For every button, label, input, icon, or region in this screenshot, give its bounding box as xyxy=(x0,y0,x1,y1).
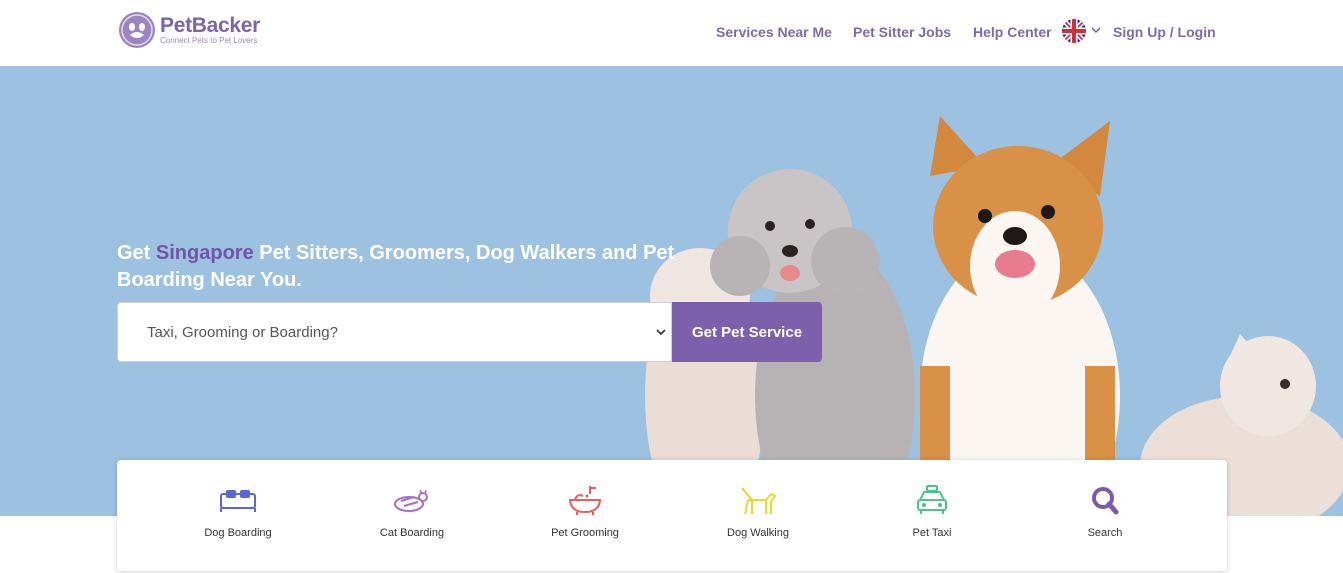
language-selector[interactable] xyxy=(1062,19,1104,43)
hero-headline: Get Singapore Pet Sitters, Groomers, Dog… xyxy=(117,242,675,291)
pet-taxi-icon xyxy=(917,485,947,514)
pet-grooming-icon xyxy=(568,486,602,515)
service-cat-boarding[interactable]: Cat Boarding xyxy=(342,460,482,571)
service-label: Pet Taxi xyxy=(912,527,952,539)
service-label: Dog Walking xyxy=(727,527,789,539)
nav-pet-sitter-jobs[interactable]: Pet Sitter Jobs xyxy=(853,23,951,41)
site-header: PetBacker Connect Pets to Pet Lovers Ser… xyxy=(0,0,1343,66)
service-pet-grooming[interactable]: Pet Grooming xyxy=(515,460,655,571)
hero-banner: Get Singapore Pet Sitters, Groomers, Dog… xyxy=(0,66,1343,516)
chevron-down-icon xyxy=(656,329,666,336)
dog-boarding-icon xyxy=(220,490,256,512)
city-name[interactable]: Singapore xyxy=(156,242,254,264)
paw-logo-icon xyxy=(119,12,155,48)
service-label: Search xyxy=(1087,527,1123,539)
cat-boarding-icon xyxy=(394,489,428,512)
service-select-placeholder: Taxi, Grooming or Boarding? xyxy=(147,324,338,341)
get-pet-service-button[interactable]: Get Pet Service xyxy=(672,302,822,362)
nav-services-near-me[interactable]: Services Near Me xyxy=(716,23,832,41)
nav-help-center[interactable]: Help Center xyxy=(973,23,1052,41)
brand-name: PetBacker xyxy=(160,14,261,37)
service-dog-boarding[interactable]: Dog Boarding xyxy=(168,460,308,571)
brand-logo[interactable]: PetBacker Connect Pets to Pet Lovers xyxy=(119,12,260,48)
nav-sign-up-login[interactable]: Sign Up / Login xyxy=(1113,23,1216,41)
search-icon xyxy=(1092,487,1119,515)
service-label: Dog Boarding xyxy=(204,527,272,539)
brand-tagline: Connect Pets to Pet Lovers xyxy=(160,36,258,45)
service-type-select[interactable]: Taxi, Grooming or Boarding? xyxy=(117,302,672,362)
services-bar: Dog Boarding Cat Boarding Pet Grooming D… xyxy=(117,460,1227,571)
service-label: Cat Boarding xyxy=(379,527,445,539)
service-label: Pet Grooming xyxy=(551,527,619,539)
service-dog-walking[interactable]: Dog Walking xyxy=(688,460,828,571)
uk-flag-icon xyxy=(1062,19,1086,43)
dog-walking-icon xyxy=(741,487,777,515)
service-pet-taxi[interactable]: Pet Taxi xyxy=(862,460,1002,571)
chevron-down-icon xyxy=(1091,27,1101,34)
service-search[interactable]: Search xyxy=(1035,460,1175,571)
